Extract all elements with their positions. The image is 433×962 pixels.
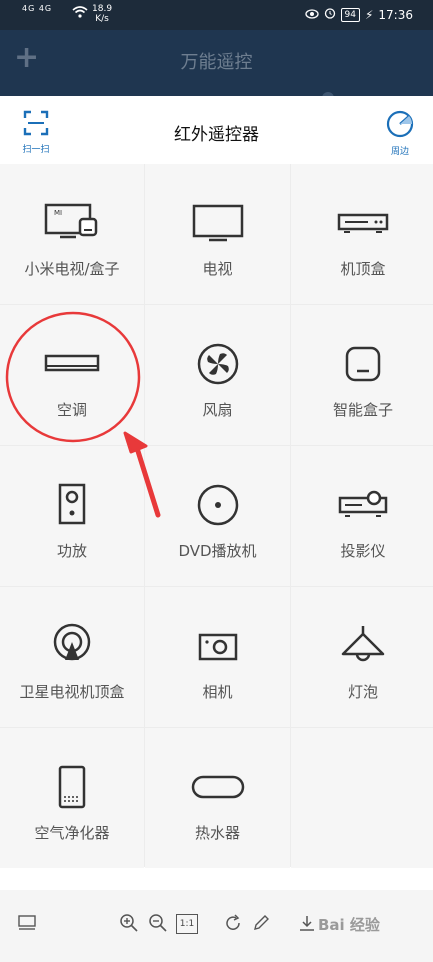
device-label: 空调	[56, 401, 87, 419]
dvd-icon	[196, 482, 240, 528]
lamp-icon	[337, 623, 389, 669]
clock: 17:36	[378, 7, 413, 22]
download-icon[interactable]	[296, 912, 318, 934]
charging-icon: ⚡	[364, 7, 374, 22]
device-satellite-box[interactable]: 卫星电视机顶盒	[0, 587, 144, 727]
status-right: 94 ⚡ 17:36	[304, 7, 413, 22]
device-lamp[interactable]: 灯泡	[291, 587, 433, 727]
device-label: 风扇	[202, 401, 233, 419]
panel-header: 扫一扫 红外遥控器 周边	[0, 96, 433, 164]
device-label: 空气净化器	[34, 824, 110, 842]
device-projector[interactable]: 投影仪	[291, 446, 433, 586]
amplifier-icon	[56, 482, 88, 528]
nearby-button[interactable]: 周边	[382, 110, 418, 157]
network-speed: 18.9 K/s	[92, 4, 112, 24]
projector-icon	[336, 482, 390, 528]
device-fan[interactable]: 风扇	[145, 305, 290, 445]
baidu-jingyan-watermark: Bai 经验	[318, 916, 380, 934]
speed-value: 18.9	[92, 4, 113, 14]
device-label: 热水器	[194, 824, 240, 842]
device-label: 机顶盒	[340, 260, 386, 278]
empty-cell	[291, 728, 433, 868]
device-label: 智能盒子	[332, 401, 393, 419]
air-conditioner-icon	[43, 341, 101, 387]
edit-icon[interactable]	[250, 912, 272, 934]
satellite-icon	[50, 623, 94, 669]
device-tv[interactable]: 电视	[145, 164, 290, 304]
svg-text:MI: MI	[54, 209, 62, 217]
nearby-label: 周边	[390, 147, 409, 157]
air-purifier-icon	[57, 764, 87, 810]
device-smart-box[interactable]: 智能盒子	[291, 305, 433, 445]
panel-title: 红外遥控器	[174, 125, 259, 145]
device-air-conditioner[interactable]: 空调	[0, 305, 144, 445]
device-air-purifier[interactable]: 空气净化器	[0, 728, 144, 868]
device-label: 灯泡	[347, 683, 378, 701]
smart-box-icon	[343, 341, 383, 387]
eye-icon	[304, 8, 319, 22]
camera-icon	[196, 623, 240, 669]
ir-remote-panel: 扫一扫 红外遥控器 周边 MI 小米电视/盒子 电视 机顶盒 空调 风扇 智能盒…	[0, 96, 433, 962]
signal-indicator: 4G 4G	[22, 4, 53, 13]
device-water-heater[interactable]: 热水器	[145, 728, 290, 868]
app-header: + 万能遥控	[0, 30, 433, 98]
thumbnail-icon[interactable]	[16, 912, 38, 934]
device-label: 相机	[202, 683, 233, 701]
mi-tv-box-icon: MI	[44, 200, 100, 246]
wifi-icon	[72, 6, 88, 21]
battery-indicator: 94	[340, 7, 360, 22]
zoom-in-icon[interactable]	[118, 912, 140, 934]
device-amplifier[interactable]: 功放	[0, 446, 144, 586]
device-label: 小米电视/盒子	[24, 260, 120, 278]
zoom-out-icon[interactable]	[147, 912, 169, 934]
tv-icon	[191, 200, 245, 246]
actual-size-button[interactable]: 1:1	[176, 914, 198, 934]
device-grid: MI 小米电视/盒子 电视 机顶盒 空调 风扇 智能盒子 功放 DVD播放机 投…	[0, 164, 433, 868]
device-label: 电视	[202, 260, 233, 278]
device-label: 投影仪	[340, 542, 386, 560]
device-camera[interactable]: 相机	[145, 587, 290, 727]
rotate-icon[interactable]	[222, 912, 244, 934]
device-label: DVD播放机	[178, 542, 257, 560]
fan-icon	[196, 341, 240, 387]
speed-unit: K/s	[95, 14, 109, 24]
water-heater-icon	[190, 764, 246, 810]
device-label: 功放	[56, 542, 87, 560]
radar-icon	[386, 110, 414, 142]
set-top-box-icon	[336, 200, 390, 246]
status-bar: 4G 4G 18.9 K/s 94 ⚡ 17:36	[0, 0, 433, 30]
image-viewer-toolbar: 1:1 Bai 经验	[0, 890, 433, 962]
device-label: 卫星电视机顶盒	[19, 683, 125, 701]
device-set-top-box[interactable]: 机顶盒	[291, 164, 433, 304]
device-dvd[interactable]: DVD播放机	[145, 446, 290, 586]
alarm-icon	[324, 7, 336, 22]
app-title: 万能遥控	[180, 52, 253, 73]
device-mi-tv-box[interactable]: MI 小米电视/盒子	[0, 164, 144, 304]
